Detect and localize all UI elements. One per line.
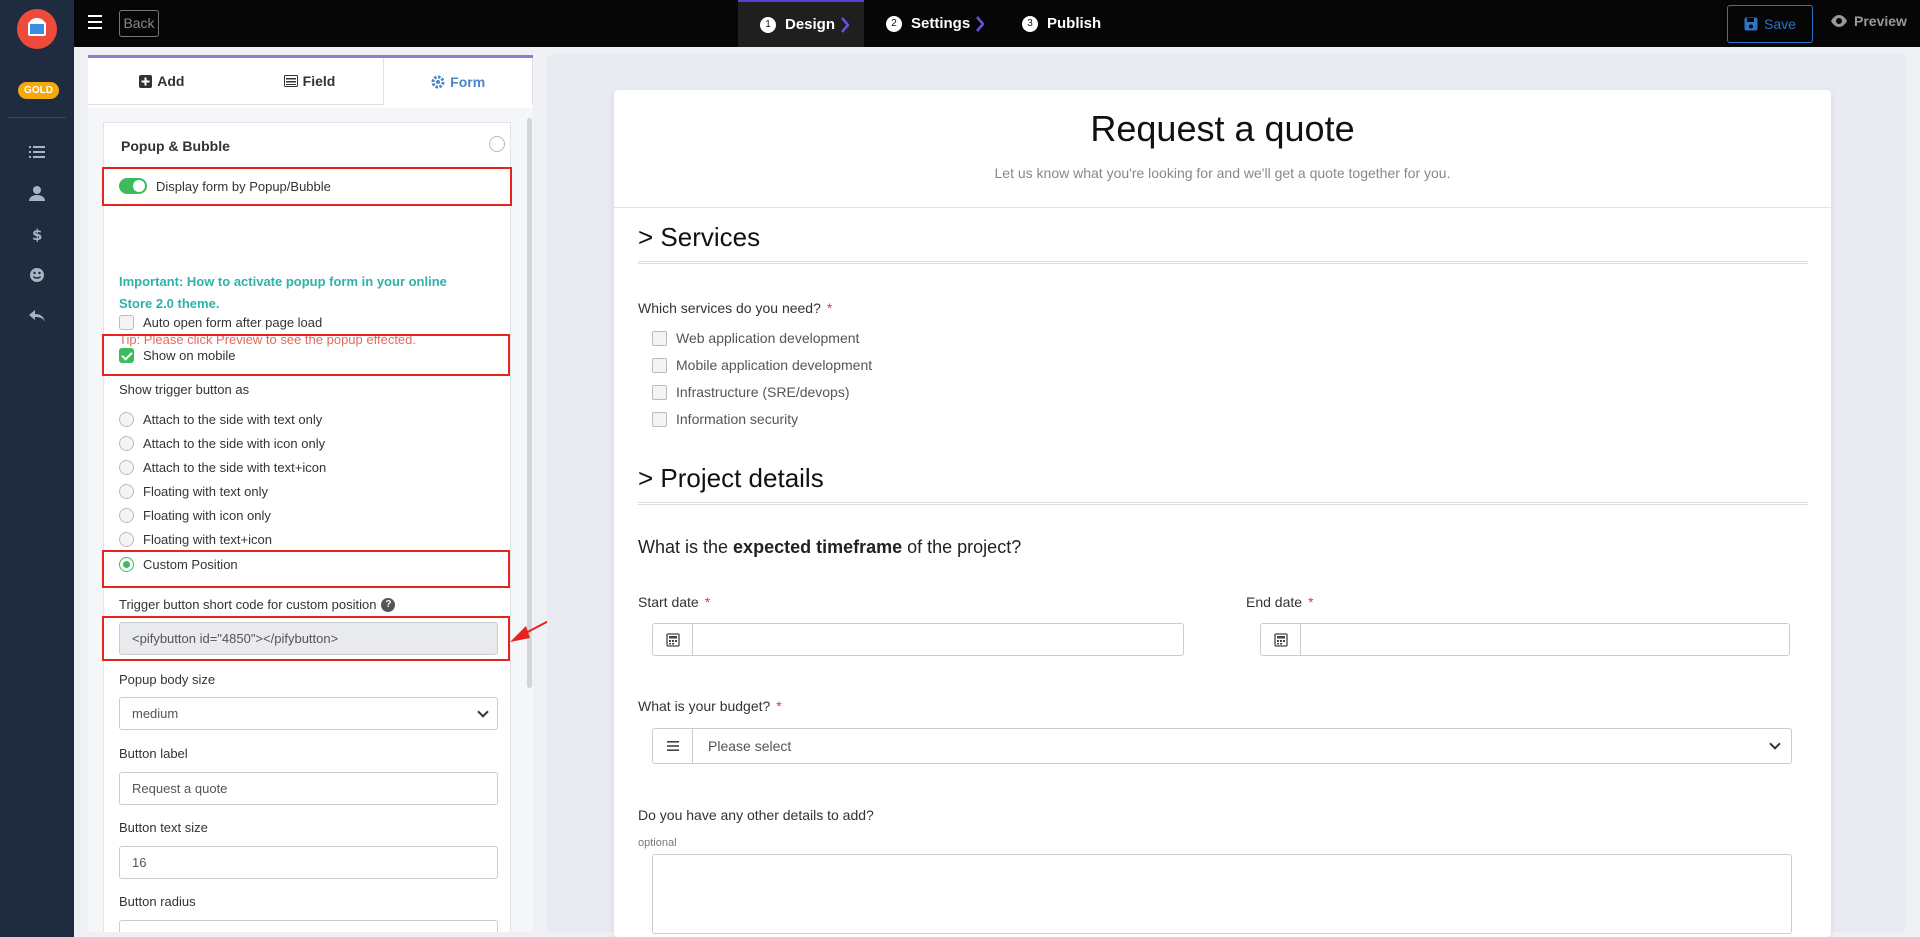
reply-icon[interactable]	[26, 305, 48, 327]
button-text-size-label: Button text size	[119, 820, 208, 835]
trigger-radio[interactable]	[119, 532, 134, 547]
save-icon	[1744, 17, 1758, 31]
button-label-input[interactable]: Request a quote	[119, 772, 498, 805]
trigger-radio[interactable]	[119, 412, 134, 427]
tab-field[interactable]: Field	[236, 58, 384, 104]
back-button[interactable]: Back	[119, 10, 159, 37]
chevron-right-icon	[841, 16, 850, 33]
details-label: Do you have any other details to add?	[638, 807, 874, 823]
trigger-option[interactable]: Floating with icon only	[119, 508, 271, 523]
step-design[interactable]: 1 Design	[738, 0, 864, 47]
service-checkbox[interactable]	[652, 357, 667, 373]
service-checkbox[interactable]	[652, 384, 667, 400]
list-alt-icon	[283, 75, 298, 87]
trigger-option[interactable]: Attach to the side with text+icon	[119, 460, 326, 475]
popup-bubble-card: Popup & Bubble	[103, 122, 511, 932]
start-date-label: Start date *	[638, 594, 711, 610]
dollar-icon[interactable]: $	[26, 223, 48, 245]
top-bar: Back 1 Design 2 Settings 3 Publish Save …	[74, 0, 1920, 47]
shortcode-field[interactable]: <pifybutton id="4850"></pifybutton>	[119, 622, 498, 655]
settings-panel: Add Field Form Popup & Bubble Display fo…	[88, 55, 533, 932]
svg-text:$: $	[32, 226, 42, 242]
menu-icon[interactable]	[88, 15, 102, 29]
plus-square-icon	[139, 74, 153, 88]
preview-button[interactable]: Preview	[1830, 13, 1907, 29]
user-icon[interactable]	[26, 182, 48, 204]
important-link[interactable]: Important: How to activate popup form in…	[119, 271, 479, 315]
start-date-input[interactable]	[652, 623, 1184, 656]
display-popup-toggle-row[interactable]: Display form by Popup/Bubble	[119, 178, 331, 194]
list-icon[interactable]	[26, 141, 48, 163]
show-mobile-checkbox-row[interactable]: Show on mobile	[119, 348, 236, 363]
gear-icon	[431, 75, 445, 88]
trigger-option[interactable]: Attach to the side with icon only	[119, 436, 325, 451]
calendar-icon	[653, 624, 693, 655]
trigger-heading: Show trigger button as	[119, 382, 250, 397]
chevron-down-icon	[477, 705, 489, 718]
plan-badge: GOLD	[18, 82, 59, 99]
trigger-radio[interactable]	[119, 484, 134, 499]
collapse-icon[interactable]	[489, 136, 505, 152]
left-rail: GOLD $	[0, 0, 74, 937]
app-logo[interactable]	[17, 9, 57, 49]
section-services: > Services	[638, 222, 761, 252]
bars-icon	[653, 729, 693, 763]
service-option[interactable]: Infrastructure (SRE/devops)	[652, 384, 850, 400]
tab-add[interactable]: Add	[88, 58, 236, 104]
trigger-radio[interactable]	[119, 436, 134, 451]
trigger-option[interactable]: Attach to the side with text only	[119, 412, 322, 427]
section-project-details: > Project details	[638, 463, 824, 493]
eye-icon	[1831, 15, 1847, 27]
service-option[interactable]: Information security	[652, 411, 798, 427]
popup-size-select[interactable]: medium	[119, 697, 498, 730]
chevron-down-icon	[1769, 738, 1781, 750]
smile-icon[interactable]	[26, 264, 48, 286]
service-option[interactable]: Web application development	[652, 330, 859, 346]
button-label-label: Button label	[119, 746, 188, 761]
trigger-radio-checked[interactable]	[119, 557, 134, 572]
budget-select[interactable]: Please select	[652, 728, 1792, 764]
optional-note: optional	[638, 837, 677, 849]
card-title: Popup & Bubble	[121, 138, 230, 154]
trigger-option[interactable]: Floating with text+icon	[119, 532, 272, 547]
end-date-input[interactable]	[1260, 623, 1790, 656]
service-option[interactable]: Mobile application development	[652, 357, 872, 373]
button-radius-label: Button radius	[119, 894, 196, 909]
form-title: Request a quote	[1090, 108, 1355, 149]
step-settings[interactable]: 2 Settings	[886, 0, 985, 47]
show-mobile-checkbox[interactable]	[119, 348, 134, 363]
service-checkbox[interactable]	[652, 411, 667, 427]
form-preview: Request a quote Let us know what you're …	[614, 90, 1831, 937]
section-divider	[638, 261, 1808, 264]
service-checkbox[interactable]	[652, 330, 667, 346]
popup-size-label: Popup body size	[119, 672, 216, 687]
section-divider	[638, 502, 1808, 505]
panel-tabs: Add Field Form	[88, 58, 533, 105]
trigger-radio[interactable]	[119, 460, 134, 475]
trigger-option[interactable]: Floating with text only	[119, 484, 268, 499]
rail-divider	[8, 117, 66, 118]
budget-label: What is your budget? *	[638, 698, 782, 714]
question-icon[interactable]: ?	[381, 597, 396, 612]
save-button[interactable]: Save	[1727, 5, 1813, 43]
chevron-right-icon	[976, 15, 985, 32]
header-divider	[614, 207, 1831, 208]
step-publish[interactable]: 3 Publish	[1022, 0, 1101, 47]
trigger-radio[interactable]	[119, 508, 134, 523]
calendar-icon	[1261, 624, 1301, 655]
tab-form[interactable]: Form	[383, 58, 533, 105]
button-radius-input[interactable]	[119, 920, 498, 932]
form-subtitle: Let us know what you're looking for and …	[994, 165, 1451, 181]
auto-open-checkbox[interactable]	[119, 315, 134, 330]
trigger-option-custom[interactable]: Custom Position	[119, 557, 238, 572]
shortcode-label: Trigger button short code for custom pos…	[119, 597, 396, 612]
auto-open-checkbox-row[interactable]: Auto open form after page load	[119, 315, 322, 330]
timeframe-question: What is the expected timeframe of the pr…	[638, 537, 1022, 557]
end-date-label: End date *	[1246, 594, 1314, 610]
display-popup-toggle[interactable]	[119, 178, 147, 194]
services-question: Which services do you need? *	[638, 300, 833, 316]
details-textarea[interactable]	[652, 854, 1792, 934]
button-text-size-input[interactable]: 16	[119, 846, 498, 879]
